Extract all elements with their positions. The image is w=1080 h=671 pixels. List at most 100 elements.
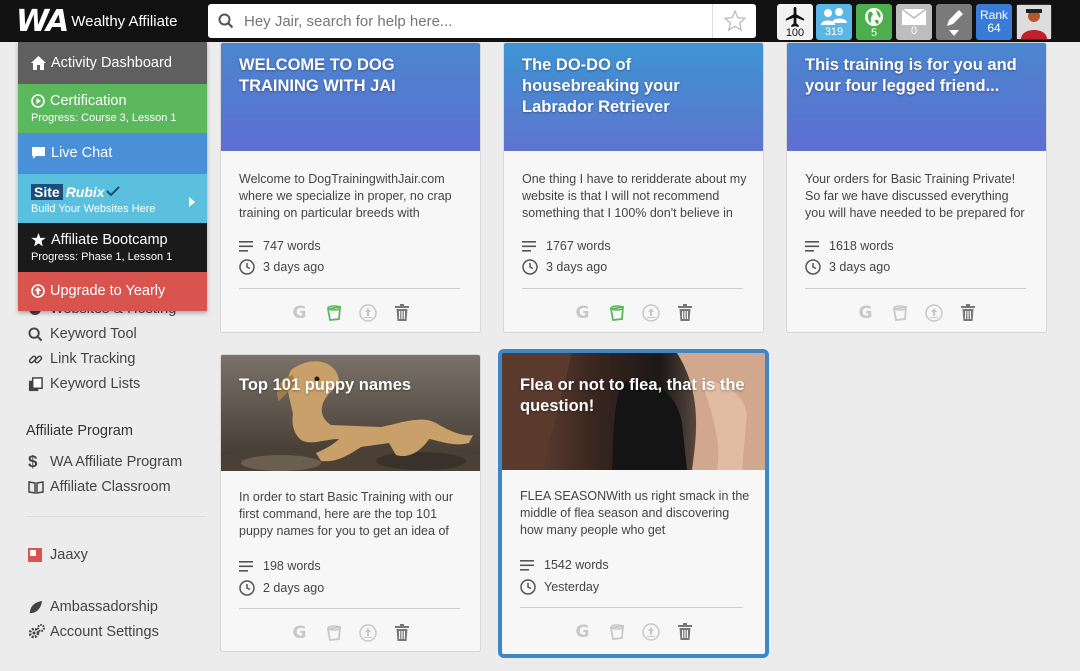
rank-button[interactable]: Rank 64	[976, 4, 1012, 40]
sidebar-item-wa-affiliate[interactable]: $ WA Affiliate Program	[28, 452, 182, 472]
time-text: 2 days ago	[263, 581, 325, 595]
chevron-down-icon	[949, 30, 959, 36]
google-icon[interactable]: G	[290, 623, 310, 643]
upload-icon[interactable]	[358, 623, 378, 643]
card-title[interactable]: WELCOME TO DOG TRAINING WITH JAI	[239, 55, 466, 97]
time-text: 3 days ago	[546, 260, 608, 274]
sidebar-item-keyword-tool[interactable]: Keyword Tool	[28, 324, 137, 344]
menu-item-upgrade[interactable]: Upgrade to Yearly	[18, 272, 207, 311]
lines-icon	[522, 240, 546, 252]
upload-icon[interactable]	[358, 303, 378, 323]
mail-button[interactable]: 0	[896, 4, 932, 40]
menu-item-live-chat[interactable]: Live Chat	[18, 133, 207, 174]
sidebar-item-jaaxy[interactable]: Jaaxy	[28, 545, 88, 565]
menu-item-affiliate-bootcamp[interactable]: Affiliate Bootcamp Progress: Phase 1, Le…	[18, 223, 207, 272]
google-icon[interactable]: G	[573, 622, 593, 642]
logo[interactable]: WA Wealthy Affiliate	[16, 4, 177, 39]
users-count: 319	[824, 25, 844, 38]
search-input[interactable]	[244, 6, 712, 36]
flight-button[interactable]: 100	[777, 4, 813, 40]
card-title[interactable]: Top 101 puppy names	[239, 375, 466, 396]
mail-count: 0	[910, 24, 918, 37]
word-count-text: 198 words	[263, 559, 321, 573]
menu-item-certification[interactable]: Certification Progress: Course 3, Lesson…	[18, 84, 207, 133]
trash-icon[interactable]	[675, 622, 695, 642]
post-card[interactable]: Top 101 puppy names In order to start Ba…	[220, 354, 481, 652]
upload-icon[interactable]	[641, 622, 661, 642]
card-excerpt: One thing I have to reridderate about my…	[522, 172, 747, 220]
card-title[interactable]: This training is for you and your four l…	[805, 55, 1032, 97]
sidebar-item-label: Keyword Lists	[50, 376, 141, 392]
card-title[interactable]: The DO-DO of housebreaking your Labrador…	[522, 55, 749, 118]
google-icon[interactable]: G	[573, 303, 593, 323]
card-title[interactable]: Flea or not to flea, that is the questio…	[520, 375, 751, 417]
sidebar-item-label: Link Tracking	[50, 351, 136, 367]
bucket-icon[interactable]	[607, 303, 627, 323]
word-count-text: 1542 words	[544, 558, 609, 572]
post-card[interactable]: This training is for you and your four l…	[786, 42, 1047, 333]
word-count-text: 1767 words	[546, 239, 611, 253]
upload-icon[interactable]	[641, 303, 661, 323]
bucket-icon[interactable]	[890, 303, 910, 323]
sidebar-item-account-settings[interactable]: Account Settings	[28, 622, 159, 642]
card-actions: G	[502, 622, 765, 642]
flight-count: 100	[785, 26, 805, 39]
sidebar-item-ambassadorship[interactable]: Ambassadorship	[28, 597, 158, 617]
search-bar	[208, 4, 756, 38]
arrow-up-circle-icon	[31, 284, 45, 298]
avatar-icon	[1017, 5, 1051, 39]
write-button[interactable]	[936, 4, 972, 40]
siterubix-logo: Site Rubix	[31, 184, 207, 200]
sidebar-divider	[26, 516, 206, 517]
menu-item-activity-dashboard[interactable]: Activity Dashboard	[18, 42, 207, 84]
bucket-icon[interactable]	[324, 623, 344, 643]
trash-icon[interactable]	[675, 303, 695, 323]
trash-icon[interactable]	[392, 623, 412, 643]
card-excerpt: FLEA SEASONWith us right smack in the mi…	[520, 489, 750, 537]
globe-icon	[865, 7, 883, 26]
post-card[interactable]: WELCOME TO DOG TRAINING WITH JAI Welcome…	[220, 42, 481, 333]
card-actions: G	[504, 303, 763, 323]
lines-icon	[239, 560, 263, 572]
star-icon[interactable]	[712, 4, 756, 38]
sidebar-item-label: Ambassadorship	[50, 599, 158, 615]
search-icon[interactable]	[208, 13, 244, 29]
sidebar-item-affiliate-classroom[interactable]: Affiliate Classroom	[28, 477, 171, 497]
trash-icon[interactable]	[392, 303, 412, 323]
post-card-selected[interactable]: Flea or not to flea, that is the questio…	[498, 349, 769, 658]
card-header: This training is for you and your four l…	[787, 43, 1046, 151]
card-time: 2 days ago	[239, 580, 324, 596]
sidebar-item-link-tracking[interactable]: Link Tracking	[28, 349, 135, 369]
gears-icon	[28, 624, 50, 640]
card-divider	[239, 288, 460, 289]
card-time: 3 days ago	[805, 259, 890, 275]
card-word-count: 1767 words	[522, 239, 611, 253]
lines-icon	[520, 559, 544, 571]
globe-button[interactable]: 5	[856, 4, 892, 40]
leaf-icon	[28, 600, 50, 615]
menu-item-siterubix[interactable]: Site Rubix Build Your Websites Here	[18, 174, 207, 223]
card-header: The DO-DO of housebreaking your Labrador…	[504, 43, 763, 151]
avatar[interactable]	[1016, 4, 1052, 40]
clock-icon	[239, 580, 263, 596]
upload-icon[interactable]	[924, 303, 944, 323]
bucket-icon[interactable]	[324, 303, 344, 323]
trash-icon[interactable]	[958, 303, 978, 323]
top-bar: WA Wealthy Affiliate 100 319 5 0 Rank 64	[0, 0, 1080, 42]
pen-icon	[947, 10, 963, 26]
google-icon[interactable]: G	[856, 303, 876, 323]
card-divider	[522, 288, 743, 289]
word-count-text: 1618 words	[829, 239, 894, 253]
post-card[interactable]: The DO-DO of housebreaking your Labrador…	[503, 42, 764, 333]
checkmark-icon	[105, 184, 120, 200]
bucket-icon[interactable]	[607, 622, 627, 642]
card-header-image: Top 101 puppy names	[221, 355, 480, 471]
rank-value: 64	[987, 21, 1001, 35]
card-excerpt: Welcome to DogTrainingwithJair.com where…	[239, 172, 452, 220]
users-button[interactable]: 319	[816, 4, 852, 40]
clock-icon	[522, 259, 546, 275]
chevron-right-icon	[189, 194, 195, 212]
sidebar-item-keyword-lists[interactable]: Keyword Lists	[28, 374, 140, 394]
google-icon[interactable]: G	[290, 303, 310, 323]
card-time: 3 days ago	[522, 259, 607, 275]
